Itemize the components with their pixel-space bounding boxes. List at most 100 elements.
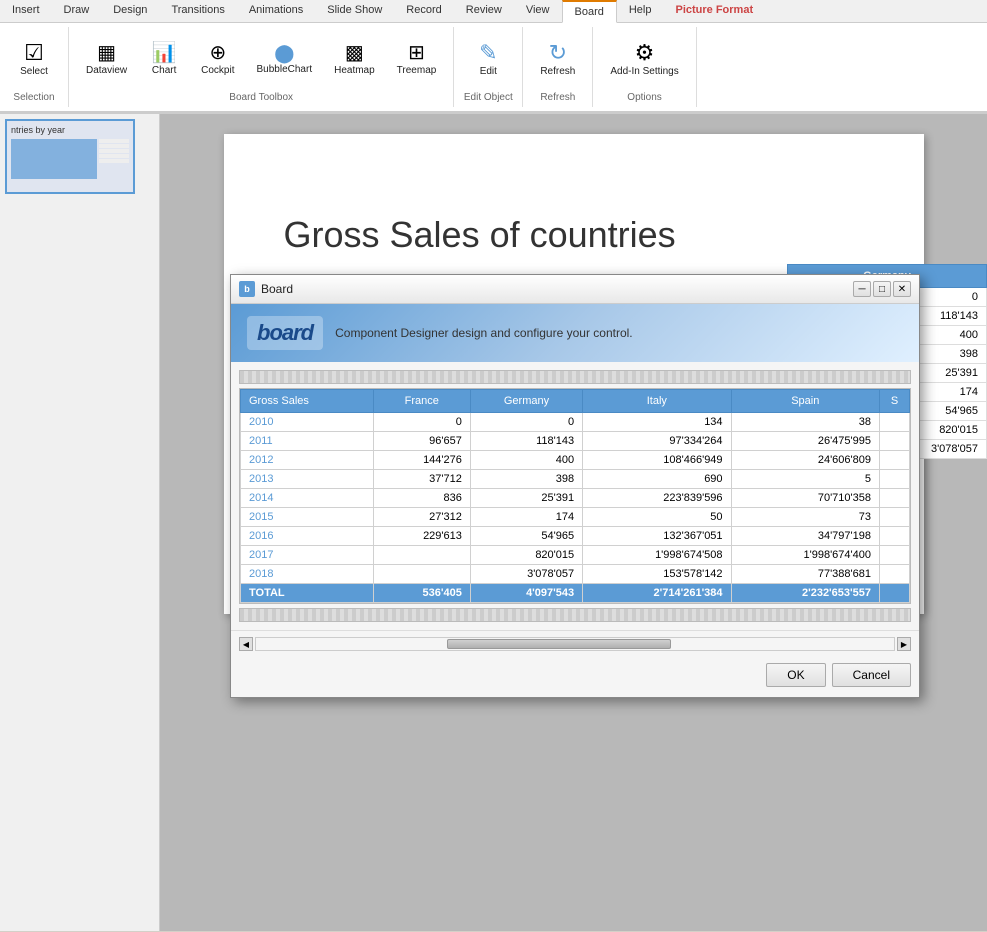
dataview-button[interactable]: ▦ Dataview: [77, 38, 136, 81]
modal-minimize-button[interactable]: ─: [853, 281, 871, 297]
treemap-icon: ⊞: [408, 43, 425, 63]
total-cell-spain: 2'232'653'557: [731, 584, 879, 603]
modal-header-description: Component Designer design and configure …: [335, 326, 633, 340]
row-year-label[interactable]: 2013: [241, 470, 374, 489]
col-header-gross-sales: Gross Sales: [241, 390, 374, 413]
modal-content: Gross Sales France Germany Italy Spain S…: [231, 362, 919, 630]
row-cell-s: [880, 527, 910, 546]
cockpit-icon: ⊕: [209, 43, 226, 63]
data-table: Gross Sales France Germany Italy Spain S…: [240, 389, 910, 603]
row-cell-italy: 223'839'596: [583, 489, 731, 508]
table-row: 201483625'391223'839'59670'710'358: [241, 489, 910, 508]
table-row: 201527'3121745073: [241, 508, 910, 527]
row-year-label[interactable]: 2012: [241, 451, 374, 470]
left-panel: ntries by year: [0, 114, 160, 931]
ok-button[interactable]: OK: [766, 663, 825, 687]
dataview-label: Dataview: [86, 65, 127, 76]
addin-settings-label: Add-In Settings: [610, 66, 678, 78]
row-cell-spain: 38: [731, 413, 879, 432]
row-cell-italy: 132'367'051: [583, 527, 731, 546]
col-header-s: S: [880, 390, 910, 413]
row-year-label[interactable]: 2017: [241, 546, 374, 565]
row-cell-france: 27'312: [373, 508, 470, 527]
modal-title: Board: [261, 282, 847, 296]
row-cell-italy: 1'998'674'508: [583, 546, 731, 565]
data-table-wrapper: Gross Sales France Germany Italy Spain S…: [239, 388, 911, 604]
ribbon-group-options: ⚙ Add-In Settings Options: [593, 27, 696, 107]
tab-draw[interactable]: Draw: [52, 0, 102, 22]
heatmap-button[interactable]: ▩ Heatmap: [325, 38, 384, 81]
row-cell-france: 96'657: [373, 432, 470, 451]
editobject-group-label: Edit Object: [464, 92, 513, 103]
modal-maximize-button[interactable]: □: [873, 281, 891, 297]
total-row: TOTAL536'4054'097'5432'714'261'3842'232'…: [241, 584, 910, 603]
scroll-right-button[interactable]: ▶: [897, 637, 911, 651]
tab-animations[interactable]: Animations: [237, 0, 315, 22]
total-cell-italy: 2'714'261'384: [583, 584, 731, 603]
tab-record[interactable]: Record: [394, 0, 453, 22]
col-header-france: France: [373, 390, 470, 413]
ribbon-body: ☑ Select Selection ▦ Dataview 📊 Chart ⊕: [0, 23, 987, 113]
total-cell-france: 536'405: [373, 584, 470, 603]
row-cell-france: 144'276: [373, 451, 470, 470]
tab-help[interactable]: Help: [617, 0, 664, 22]
row-cell-s: [880, 451, 910, 470]
total-label: TOTAL: [241, 584, 374, 603]
row-cell-s: [880, 546, 910, 565]
select-button[interactable]: ☑ Select: [8, 37, 60, 82]
row-year-label[interactable]: 2015: [241, 508, 374, 527]
chart-button[interactable]: 📊 Chart: [140, 38, 188, 81]
bubblechart-label: BubbleChart: [257, 64, 313, 75]
row-cell-s: [880, 565, 910, 584]
board-logo-container: board: [247, 316, 323, 350]
bubblechart-icon: ⬤: [274, 44, 294, 62]
cancel-button[interactable]: Cancel: [832, 663, 911, 687]
row-cell-s: [880, 432, 910, 451]
selection-group-label: Selection: [13, 92, 54, 103]
edit-icon: ✎: [479, 42, 497, 64]
row-cell-germany: 54'965: [470, 527, 582, 546]
scroll-thumb[interactable]: [447, 639, 670, 649]
select-label: Select: [20, 66, 48, 77]
tab-picture-format[interactable]: Picture Format: [663, 0, 765, 22]
ribbon: Insert Draw Design Transitions Animation…: [0, 0, 987, 114]
tab-insert[interactable]: Insert: [0, 0, 52, 22]
row-cell-spain: 26'475'995: [731, 432, 879, 451]
row-year-label[interactable]: 2010: [241, 413, 374, 432]
tab-view[interactable]: View: [514, 0, 562, 22]
row-cell-germany: 398: [470, 470, 582, 489]
edit-button[interactable]: ✎ Edit: [462, 37, 514, 82]
row-year-label[interactable]: 2018: [241, 565, 374, 584]
row-cell-spain: 73: [731, 508, 879, 527]
modal-app-icon: b: [239, 281, 255, 297]
tab-slideshow[interactable]: Slide Show: [315, 0, 394, 22]
row-cell-s: [880, 508, 910, 527]
scroll-left-button[interactable]: ◀: [239, 637, 253, 651]
options-group-label: Options: [627, 92, 661, 103]
row-year-label[interactable]: 2016: [241, 527, 374, 546]
slide-thumbnail[interactable]: ntries by year: [0, 114, 159, 199]
toolbox-group-label: Board Toolbox: [229, 92, 293, 103]
cockpit-button[interactable]: ⊕ Cockpit: [192, 38, 243, 81]
tab-design[interactable]: Design: [101, 0, 159, 22]
ribbon-group-selection: ☑ Select Selection: [0, 27, 69, 107]
row-cell-france: 229'613: [373, 527, 470, 546]
treemap-button[interactable]: ⊞ Treemap: [388, 38, 446, 81]
scroll-track[interactable]: [255, 637, 895, 651]
modal-close-button[interactable]: ✕: [893, 281, 911, 297]
refresh-group-label: Refresh: [540, 92, 575, 103]
row-cell-germany: 820'015: [470, 546, 582, 565]
row-year-label[interactable]: 2011: [241, 432, 374, 451]
col-header-spain: Spain: [731, 390, 879, 413]
bubblechart-button[interactable]: ⬤ BubbleChart: [248, 39, 322, 80]
tab-review[interactable]: Review: [454, 0, 514, 22]
dataview-icon: ▦: [97, 43, 116, 63]
chart-label: Chart: [152, 65, 176, 76]
tab-board[interactable]: Board: [562, 0, 617, 23]
row-cell-germany: 0: [470, 413, 582, 432]
tab-transitions[interactable]: Transitions: [159, 0, 236, 22]
row-cell-germany: 3'078'057: [470, 565, 582, 584]
row-year-label[interactable]: 2014: [241, 489, 374, 508]
refresh-button[interactable]: ↻ Refresh: [531, 37, 584, 82]
addin-settings-button[interactable]: ⚙ Add-In Settings: [601, 37, 687, 83]
